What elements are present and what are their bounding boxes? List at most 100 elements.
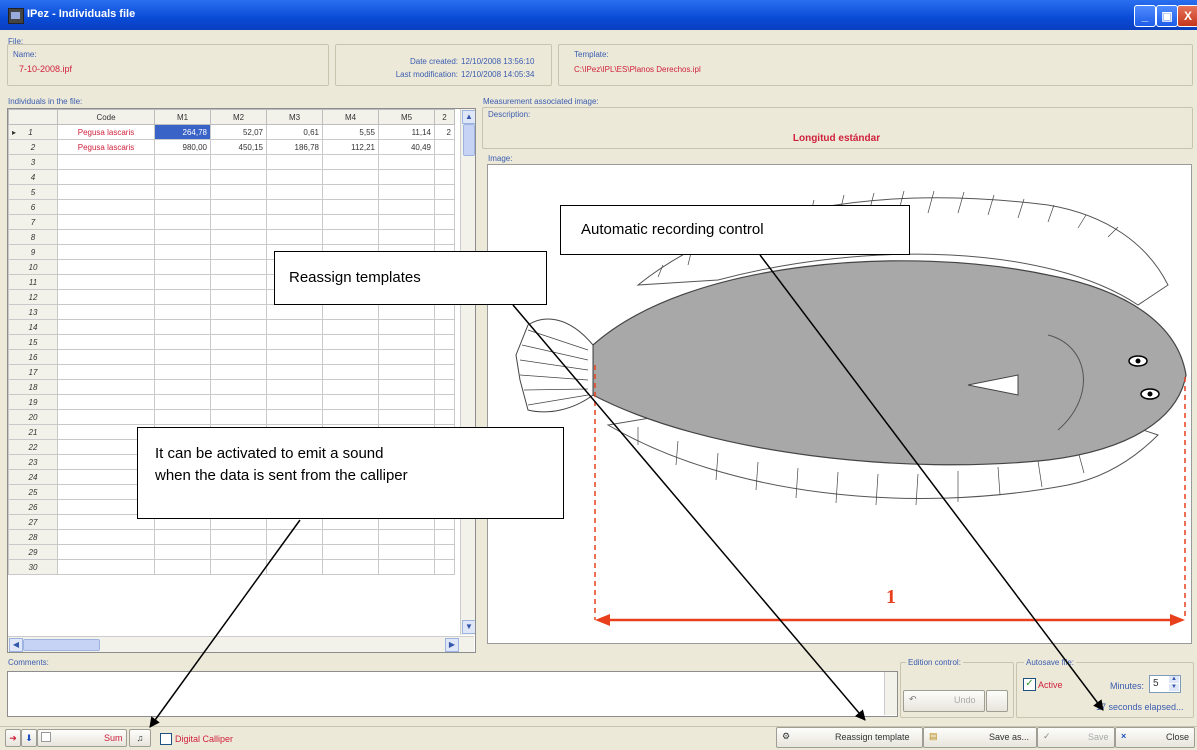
cell-extra[interactable] bbox=[434, 169, 455, 185]
cell-extra[interactable] bbox=[434, 544, 455, 560]
digital-calliper-checkbox[interactable] bbox=[160, 733, 172, 745]
cell-m1[interactable] bbox=[154, 349, 211, 365]
cell-m3[interactable] bbox=[266, 379, 323, 395]
comments-scrollbar[interactable] bbox=[884, 672, 897, 715]
comments-textarea[interactable] bbox=[7, 671, 898, 717]
sum-button[interactable]: Sum bbox=[37, 729, 127, 747]
cell-code[interactable] bbox=[57, 349, 155, 365]
table-row[interactable]: 28 bbox=[8, 529, 455, 545]
table-row[interactable]: 18 bbox=[8, 379, 455, 395]
cell-code[interactable] bbox=[57, 274, 155, 290]
cell-m4[interactable]: 5,55 bbox=[322, 124, 379, 140]
save-button[interactable]: ✓ Save bbox=[1037, 727, 1115, 748]
cell-m1[interactable] bbox=[154, 229, 211, 245]
cell-m2[interactable] bbox=[210, 229, 267, 245]
cell-code[interactable] bbox=[57, 199, 155, 215]
cell-extra[interactable] bbox=[434, 184, 455, 200]
table-row[interactable]: 20 bbox=[8, 409, 455, 425]
cell-m4[interactable] bbox=[322, 169, 379, 185]
cell-m3[interactable] bbox=[266, 184, 323, 200]
cell-m2[interactable] bbox=[210, 394, 267, 410]
cell-m5[interactable] bbox=[378, 544, 435, 560]
cell-m4[interactable] bbox=[322, 544, 379, 560]
cell-m3[interactable] bbox=[266, 409, 323, 425]
close-button[interactable]: × Close bbox=[1115, 727, 1195, 748]
cell-m3[interactable] bbox=[266, 319, 323, 335]
cell-m5[interactable] bbox=[378, 169, 435, 185]
cell-code[interactable] bbox=[57, 379, 155, 395]
cell-m3[interactable] bbox=[266, 529, 323, 545]
cell-m1[interactable] bbox=[154, 319, 211, 335]
cell-m1[interactable] bbox=[154, 394, 211, 410]
cell-m3[interactable] bbox=[266, 334, 323, 350]
cell-m5[interactable] bbox=[378, 184, 435, 200]
cell-code[interactable] bbox=[57, 334, 155, 350]
cell-m4[interactable] bbox=[322, 214, 379, 230]
column-header[interactable]: M1 bbox=[154, 109, 211, 125]
row-number[interactable]: 2 bbox=[8, 139, 58, 155]
row-number[interactable]: 22 bbox=[8, 439, 58, 455]
cell-m2[interactable] bbox=[210, 259, 267, 275]
cell-m5[interactable] bbox=[378, 559, 435, 575]
cell-m3[interactable] bbox=[266, 169, 323, 185]
cell-m3[interactable] bbox=[266, 559, 323, 575]
cell-m1[interactable] bbox=[154, 379, 211, 395]
table-row[interactable]: 6 bbox=[8, 199, 455, 215]
cell-m2[interactable] bbox=[210, 169, 267, 185]
cell-m4[interactable] bbox=[322, 409, 379, 425]
row-number[interactable]: 25 bbox=[8, 484, 58, 500]
cell-m4[interactable] bbox=[322, 559, 379, 575]
cell-code[interactable] bbox=[57, 409, 155, 425]
row-number[interactable]: 6 bbox=[8, 199, 58, 215]
row-number[interactable]: 27 bbox=[8, 514, 58, 530]
cell-m5[interactable]: 11,14 bbox=[378, 124, 435, 140]
cell-m1[interactable] bbox=[154, 304, 211, 320]
cell-m1[interactable] bbox=[154, 334, 211, 350]
cell-m3[interactable] bbox=[266, 349, 323, 365]
minimize-icon[interactable]: _ bbox=[1134, 5, 1156, 27]
horizontal-scrollbar[interactable]: ◀ ▶ bbox=[8, 636, 474, 652]
cell-m2[interactable] bbox=[210, 364, 267, 380]
cell-m4[interactable] bbox=[322, 334, 379, 350]
table-row[interactable]: 16 bbox=[8, 349, 455, 365]
cell-extra[interactable] bbox=[434, 319, 455, 335]
cell-extra[interactable] bbox=[434, 394, 455, 410]
cell-m5[interactable] bbox=[378, 334, 435, 350]
cell-code[interactable] bbox=[57, 259, 155, 275]
cell-m3[interactable] bbox=[266, 154, 323, 170]
cell-m5[interactable] bbox=[378, 364, 435, 380]
scroll-down-icon[interactable]: ▼ bbox=[462, 620, 475, 634]
cell-code[interactable] bbox=[57, 154, 155, 170]
row-number[interactable]: 14 bbox=[8, 319, 58, 335]
cell-m2[interactable] bbox=[210, 319, 267, 335]
row-number[interactable]: 29 bbox=[8, 544, 58, 560]
cell-m2[interactable] bbox=[210, 199, 267, 215]
row-number[interactable]: 15 bbox=[8, 334, 58, 350]
table-row[interactable]: 29 bbox=[8, 544, 455, 560]
cell-extra[interactable] bbox=[434, 139, 455, 155]
cell-m5[interactable] bbox=[378, 409, 435, 425]
cell-m1[interactable] bbox=[154, 289, 211, 305]
cell-m5[interactable] bbox=[378, 229, 435, 245]
cell-m2[interactable] bbox=[210, 244, 267, 260]
cell-extra[interactable] bbox=[434, 199, 455, 215]
cell-code[interactable] bbox=[57, 214, 155, 230]
row-number[interactable]: 23 bbox=[8, 454, 58, 470]
cell-code[interactable]: Pegusa lascaris bbox=[57, 124, 155, 140]
cell-m4[interactable] bbox=[322, 394, 379, 410]
row-number[interactable]: 24 bbox=[8, 469, 58, 485]
row-number[interactable]: 9 bbox=[8, 244, 58, 260]
cell-m5[interactable] bbox=[378, 349, 435, 365]
cell-m2[interactable]: 52,07 bbox=[210, 124, 267, 140]
undo-button[interactable]: ↶ Undo bbox=[903, 690, 985, 712]
spin-down-icon[interactable]: ▼ bbox=[1169, 684, 1179, 691]
cell-m4[interactable] bbox=[322, 529, 379, 545]
cell-m5[interactable] bbox=[378, 154, 435, 170]
cell-m1[interactable] bbox=[154, 184, 211, 200]
cell-extra[interactable]: 2 bbox=[434, 124, 455, 140]
cell-code[interactable] bbox=[57, 184, 155, 200]
vertical-scroll-thumb[interactable] bbox=[463, 124, 475, 156]
cell-m5[interactable] bbox=[378, 199, 435, 215]
cell-m5[interactable] bbox=[378, 394, 435, 410]
cell-extra[interactable] bbox=[434, 154, 455, 170]
